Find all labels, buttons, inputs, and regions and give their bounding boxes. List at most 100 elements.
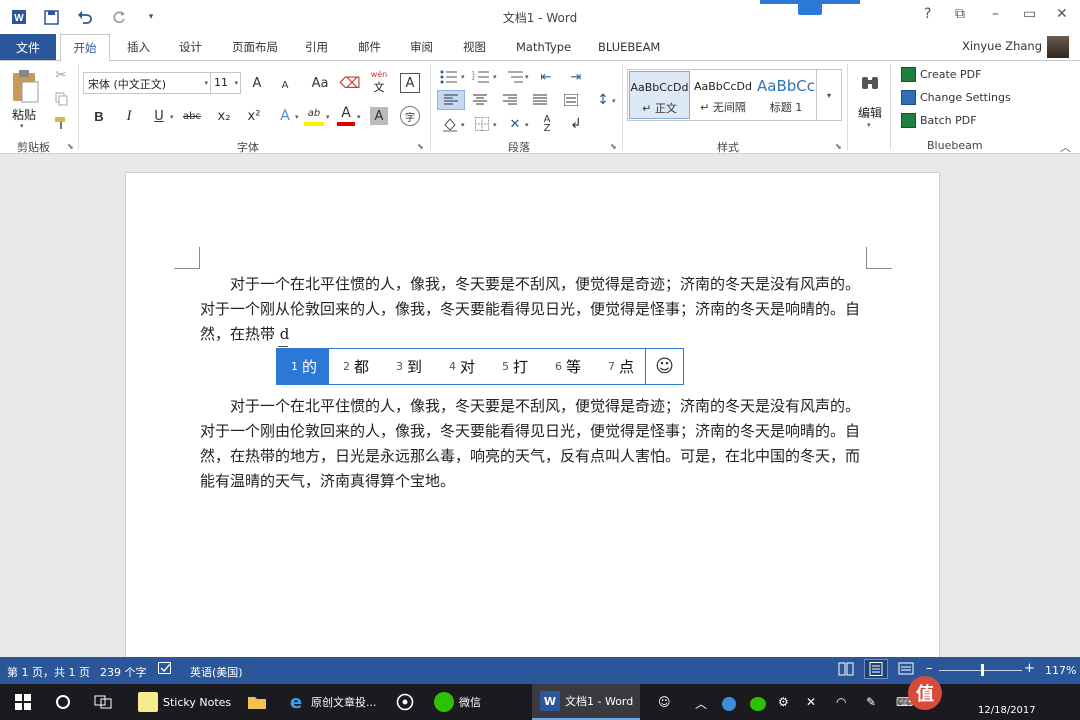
word-count[interactable]: 239 个字 xyxy=(100,664,147,680)
ime-candidate-5[interactable]: 5打 xyxy=(488,349,541,384)
font-color-button[interactable]: A xyxy=(337,104,355,122)
align-right-button[interactable] xyxy=(500,90,520,110)
ime-candidate-6[interactable]: 6等 xyxy=(541,349,594,384)
tab-page-layout[interactable]: 页面布局 xyxy=(228,34,282,60)
shading-icon[interactable] xyxy=(440,114,460,134)
bullets-dropdown-icon[interactable]: ▾ xyxy=(461,73,465,81)
styles-more-icon[interactable]: ▾ xyxy=(817,69,842,121)
ime-candidate-2[interactable]: 2都 xyxy=(329,349,382,384)
taskbar-sticky-notes[interactable]: Sticky Notes xyxy=(132,684,232,720)
editing-dropdown-icon[interactable]: ▾ xyxy=(867,121,871,129)
asian-layout-icon[interactable]: ✕ xyxy=(505,114,525,134)
emoji-icon[interactable]: ☺ xyxy=(645,349,683,384)
distributed-button[interactable] xyxy=(561,90,581,110)
grow-font-icon[interactable]: A xyxy=(247,73,267,93)
strikethrough-button[interactable]: abc xyxy=(181,106,203,126)
zoom-slider-thumb[interactable] xyxy=(981,664,985,676)
phonetic-guide-icon[interactable]: wén 文 xyxy=(369,70,389,96)
underline-button[interactable]: U xyxy=(150,106,168,126)
tab-references[interactable]: 引用 xyxy=(301,34,332,60)
style-no-spacing[interactable]: AaBbCcDd ↵ 无间隔 xyxy=(692,71,754,121)
paragraph-launcher-icon[interactable]: ⬊ xyxy=(610,142,617,151)
underline-dropdown-icon[interactable]: ▾ xyxy=(170,113,174,121)
tab-mailings[interactable]: 邮件 xyxy=(354,34,385,60)
font-launcher-icon[interactable]: ⬊ xyxy=(417,142,424,151)
shrink-font-icon[interactable]: A xyxy=(276,76,294,94)
text-effects-button[interactable]: A xyxy=(276,106,294,126)
cut-icon[interactable]: ✂ xyxy=(52,66,70,84)
bold-button[interactable]: B xyxy=(90,106,108,126)
borders-icon[interactable] xyxy=(472,114,492,134)
styles-launcher-icon[interactable]: ⬊ xyxy=(835,142,842,151)
line-spacing-icon[interactable]: ↕ xyxy=(593,90,613,110)
increase-indent-icon[interactable]: ⇥ xyxy=(565,68,587,86)
change-settings-button[interactable]: Change Settings xyxy=(901,88,1011,106)
maximize-button[interactable]: ▭ xyxy=(1023,6,1036,22)
tab-review[interactable]: 审阅 xyxy=(406,34,437,60)
tray-expand-icon[interactable]: ︿ xyxy=(695,695,707,712)
avatar[interactable] xyxy=(1047,36,1069,58)
tray-settings-icon[interactable]: ⚙ xyxy=(778,695,789,709)
clear-formatting-icon[interactable]: ⌫ xyxy=(339,73,360,93)
decrease-indent-icon[interactable]: ⇤ xyxy=(535,68,557,86)
tab-bluebeam[interactable]: BLUEBEAM xyxy=(594,34,664,60)
character-border-icon[interactable]: A xyxy=(400,73,420,93)
editing-label[interactable]: 编辑 xyxy=(858,104,882,121)
ime-candidate-1[interactable]: 1的 xyxy=(277,349,329,384)
style-normal[interactable]: AaBbCcDd ↵ 正文 xyxy=(629,71,690,119)
highlight-button[interactable]: ab xyxy=(304,104,324,122)
paragraph-1[interactable]: 对于一个在北平住惯的人，像我，冬天要是不刮风，便觉得是奇迹；济南的冬天是没有风声… xyxy=(200,272,865,347)
volume-muted-icon[interactable]: ✕ xyxy=(806,695,816,709)
style-heading-1[interactable]: AaBbCc 标题 1 xyxy=(756,71,816,121)
paste-dropdown-icon[interactable]: ▾ xyxy=(20,122,24,130)
asian-layout-dropdown-icon[interactable]: ▾ xyxy=(525,121,529,129)
text-effects-dropdown-icon[interactable]: ▾ xyxy=(295,113,299,121)
people-icon[interactable]: ☺ xyxy=(658,695,671,709)
read-mode-icon[interactable] xyxy=(838,662,854,679)
paste-label[interactable]: 粘贴 xyxy=(12,106,36,123)
justify-button[interactable] xyxy=(530,90,550,110)
web-layout-icon[interactable] xyxy=(898,662,914,679)
user-name[interactable]: Xinyue Zhang xyxy=(962,39,1042,53)
page-count[interactable]: 第 1 页，共 1 页 xyxy=(7,664,90,680)
paste-icon[interactable] xyxy=(10,68,40,104)
collapse-ribbon-icon[interactable]: ︿ xyxy=(1060,139,1071,155)
taskbar-date[interactable]: 12/18/2017 xyxy=(978,705,1036,716)
multilevel-list-icon[interactable] xyxy=(504,68,526,86)
align-left-button[interactable] xyxy=(437,90,465,110)
zoom-in-button[interactable]: + xyxy=(1024,661,1035,676)
numbering-icon[interactable]: 12 xyxy=(470,68,492,86)
copy-icon[interactable] xyxy=(52,90,70,108)
subscript-button[interactable]: x₂ xyxy=(215,106,233,126)
file-explorer-icon[interactable] xyxy=(240,684,274,720)
character-shading-button[interactable]: A xyxy=(370,107,388,125)
ime-candidate-4[interactable]: 4对 xyxy=(435,349,488,384)
clipboard-launcher-icon[interactable]: ⬊ xyxy=(67,142,74,151)
sort-icon[interactable]: AZ xyxy=(537,114,557,134)
multilevel-dropdown-icon[interactable]: ▾ xyxy=(525,73,529,81)
paragraph-2[interactable]: 对于一个在北平住惯的人，像我，冬天要是不刮风，便觉得是奇迹；济南的冬天是没有风声… xyxy=(200,394,865,494)
numbering-dropdown-icon[interactable]: ▾ xyxy=(493,73,497,81)
format-painter-icon[interactable] xyxy=(52,114,70,132)
tab-insert[interactable]: 插入 xyxy=(123,34,154,60)
font-color-dropdown-icon[interactable]: ▾ xyxy=(357,113,361,121)
taskbar-browser[interactable]: e 原创文章投... xyxy=(280,684,380,720)
tab-home[interactable]: 开始 xyxy=(60,34,110,61)
align-center-button[interactable] xyxy=(470,90,490,110)
tray-wechat-icon[interactable] xyxy=(750,697,766,711)
shading-dropdown-icon[interactable]: ▾ xyxy=(461,121,465,129)
show-hide-marks-icon[interactable]: ↲ xyxy=(566,114,586,134)
start-icon[interactable] xyxy=(8,684,38,720)
help-button[interactable]: ? xyxy=(924,6,931,22)
proofing-icon[interactable] xyxy=(158,662,172,678)
change-case-icon[interactable]: Aa xyxy=(307,73,333,93)
minimize-button[interactable]: – xyxy=(992,6,999,22)
close-button[interactable]: ✕ xyxy=(1056,6,1068,22)
language-indicator[interactable]: 英语(美国) xyxy=(190,664,243,680)
batch-pdf-button[interactable]: Batch PDF xyxy=(901,111,977,129)
highlight-dropdown-icon[interactable]: ▾ xyxy=(326,113,330,121)
wifi-icon[interactable]: ◠ xyxy=(836,695,846,709)
tab-view[interactable]: 视图 xyxy=(459,34,490,60)
taskbar-wechat[interactable]: 微信 xyxy=(430,684,522,720)
italic-button[interactable]: I xyxy=(120,106,138,126)
